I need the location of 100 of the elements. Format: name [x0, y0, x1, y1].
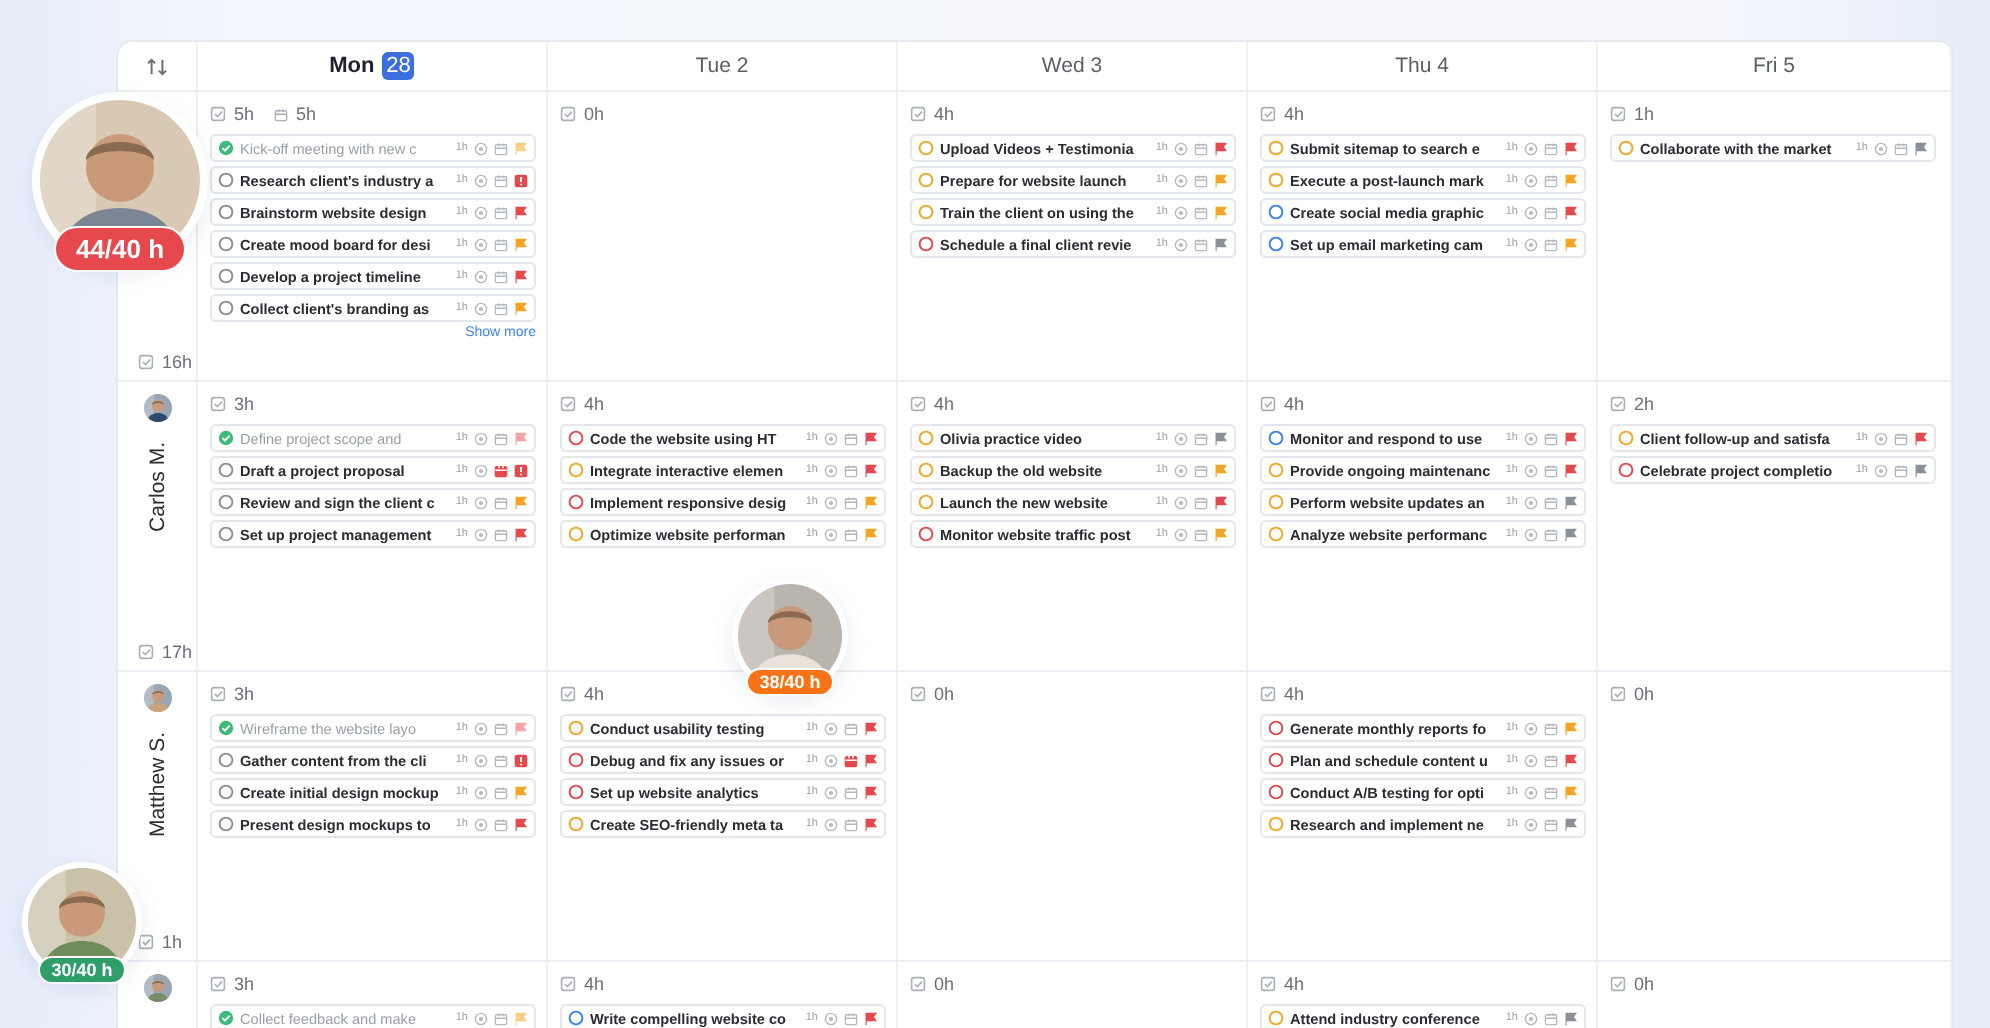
target-icon	[824, 1011, 838, 1025]
check-circle-icon[interactable]	[218, 140, 234, 156]
status-circle-icon[interactable]	[218, 494, 234, 510]
status-circle-icon[interactable]	[568, 462, 584, 478]
status-circle-icon[interactable]	[918, 140, 934, 156]
checkbox-icon	[1260, 976, 1276, 992]
check-circle-icon[interactable]	[218, 1010, 234, 1026]
status-circle-icon[interactable]	[918, 172, 934, 188]
hours-label: 1h	[162, 932, 183, 952]
day-label: Tue 2	[695, 54, 749, 78]
checkbox-icon	[1610, 686, 1626, 702]
hours-label: 4h	[1284, 974, 1305, 994]
status-circle-icon[interactable]	[1268, 784, 1284, 800]
hours-label: 4h	[1284, 104, 1305, 124]
avatar	[143, 974, 171, 1002]
check-circle-icon[interactable]	[218, 430, 234, 446]
checkbox-icon	[910, 396, 926, 412]
status-circle-icon[interactable]	[1268, 236, 1284, 252]
hours-label: 3h	[234, 684, 255, 704]
status-circle-icon[interactable]	[1618, 462, 1634, 478]
target-icon	[1524, 817, 1538, 831]
checkbox-icon	[210, 396, 226, 412]
status-circle-icon[interactable]	[1618, 430, 1634, 446]
target-icon	[1174, 205, 1188, 219]
target-icon	[1524, 141, 1538, 155]
status-circle-icon[interactable]	[218, 300, 234, 316]
hours-label: 4h	[584, 394, 605, 414]
target-icon	[474, 721, 488, 735]
status-circle-icon[interactable]	[218, 236, 234, 252]
status-circle-icon[interactable]	[568, 430, 584, 446]
status-circle-icon[interactable]	[568, 784, 584, 800]
status-circle-icon[interactable]	[918, 494, 934, 510]
status-circle-icon[interactable]	[218, 816, 234, 832]
hours-label: 5h	[234, 104, 255, 124]
status-circle-icon[interactable]	[218, 268, 234, 284]
person-name: Matthew S.	[145, 732, 169, 838]
target-icon	[824, 785, 838, 799]
checkbox-icon	[560, 976, 576, 992]
status-circle-icon[interactable]	[918, 430, 934, 446]
sort-icon[interactable]	[146, 57, 168, 75]
checkbox-icon	[910, 686, 926, 702]
hours-label: 4h	[934, 394, 955, 414]
status-circle-icon[interactable]	[568, 752, 584, 768]
status-circle-icon[interactable]	[218, 462, 234, 478]
status-circle-icon[interactable]	[918, 462, 934, 478]
status-circle-icon[interactable]	[1268, 816, 1284, 832]
checkbox-icon	[138, 934, 154, 950]
status-circle-icon[interactable]	[568, 526, 584, 542]
status-circle-icon[interactable]	[1268, 494, 1284, 510]
status-circle-icon[interactable]	[918, 526, 934, 542]
checkbox-icon	[1610, 976, 1626, 992]
status-circle-icon[interactable]	[1268, 752, 1284, 768]
status-circle-icon[interactable]	[1268, 430, 1284, 446]
status-circle-icon[interactable]	[1618, 140, 1634, 156]
hours-label: 4h	[584, 684, 605, 704]
status-circle-icon[interactable]	[568, 1010, 584, 1026]
hours-label: 0h	[1634, 684, 1655, 704]
status-circle-icon[interactable]	[1268, 140, 1284, 156]
workload-badge: 38/40 h	[745, 668, 835, 696]
hours-label: 1h	[1634, 104, 1655, 124]
day-label: Wed 3	[1041, 54, 1103, 78]
hours-label: 3h	[234, 974, 255, 994]
target-icon	[1174, 431, 1188, 445]
status-circle-icon[interactable]	[1268, 462, 1284, 478]
status-circle-icon[interactable]	[568, 494, 584, 510]
status-circle-icon[interactable]	[218, 172, 234, 188]
status-circle-icon[interactable]	[568, 720, 584, 736]
hours-label: 4h	[584, 974, 605, 994]
status-circle-icon[interactable]	[218, 784, 234, 800]
workload-badge: 30/40 h	[37, 956, 127, 984]
status-circle-icon[interactable]	[1268, 720, 1284, 736]
target-icon	[474, 527, 488, 541]
check-circle-icon[interactable]	[218, 720, 234, 736]
checkbox-icon	[1610, 106, 1626, 122]
target-icon	[1174, 237, 1188, 251]
day-label: Fri 5	[1753, 54, 1795, 78]
status-circle-icon[interactable]	[568, 816, 584, 832]
status-circle-icon[interactable]	[1268, 172, 1284, 188]
target-icon	[1524, 463, 1538, 477]
target-icon	[824, 721, 838, 735]
target-icon	[824, 817, 838, 831]
status-circle-icon[interactable]	[1268, 204, 1284, 220]
day-label: Mon	[329, 54, 375, 78]
checkbox-icon	[560, 106, 576, 122]
hours-label: 17h	[162, 642, 193, 662]
target-icon	[474, 141, 488, 155]
target-icon	[474, 205, 488, 219]
status-circle-icon[interactable]	[218, 752, 234, 768]
checkbox-icon	[1260, 106, 1276, 122]
target-icon	[1524, 1011, 1538, 1025]
status-circle-icon[interactable]	[1268, 1010, 1284, 1026]
status-circle-icon[interactable]	[918, 204, 934, 220]
hours-label: 0h	[934, 684, 955, 704]
status-circle-icon[interactable]	[918, 236, 934, 252]
status-circle-icon[interactable]	[218, 526, 234, 542]
target-icon	[1524, 495, 1538, 509]
target-icon	[1524, 753, 1538, 767]
status-circle-icon[interactable]	[218, 204, 234, 220]
status-circle-icon[interactable]	[1268, 526, 1284, 542]
hours-label: 16h	[162, 352, 193, 372]
